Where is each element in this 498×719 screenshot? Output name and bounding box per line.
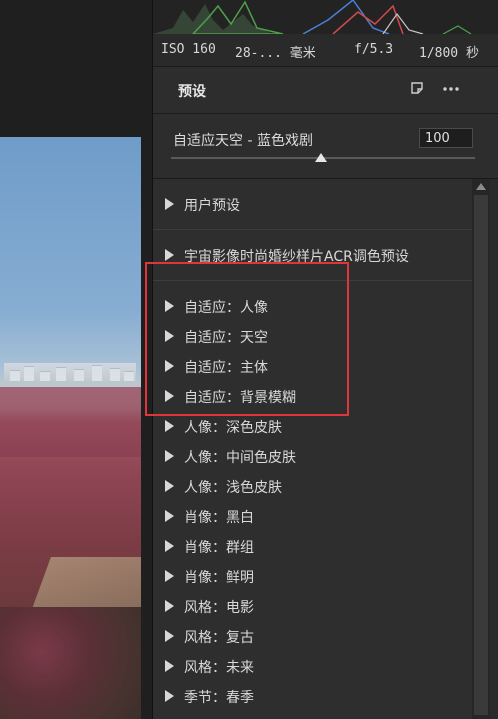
exif-shutter: 1/800 秒 [419, 46, 479, 61]
exif-aperture: f/5.3 [354, 42, 394, 57]
expand-triangle-icon [165, 390, 174, 402]
expand-triangle-icon [165, 540, 174, 552]
preset-group-label: 人像：中间色皮肤 [184, 450, 296, 466]
preset-group-portrait-group[interactable]: 肖像：群组 [153, 531, 472, 561]
preset-group-portrait-vivid[interactable]: 肖像：鲜明 [153, 561, 472, 591]
preset-group-portrait-deep-skin[interactable]: 人像：深色皮肤 [153, 411, 472, 441]
preset-group-adaptive-sky[interactable]: 自适应：天空 [153, 321, 472, 351]
preset-group-label: 季节：春季 [184, 690, 254, 706]
expand-triangle-icon [165, 570, 174, 582]
exif-iso: ISO 160 [161, 42, 216, 57]
more-options-icon[interactable] [441, 79, 461, 99]
photo-foreground [0, 607, 141, 719]
preset-group-label: 宇宙影像时尚婚纱样片ACR调色预设 [184, 249, 409, 265]
preset-amount-section: 自适应天空 - 蓝色戏剧 [153, 114, 498, 179]
photo-skyline [4, 363, 136, 381]
exif-bar: ISO 160 28-... 毫米 f/5.3 1/800 秒 [153, 34, 498, 67]
preset-group-style-cinematic[interactable]: 风格：电影 [153, 591, 472, 621]
preset-group-style-vintage[interactable]: 风格：复古 [153, 621, 472, 651]
photo-field [0, 387, 141, 457]
preset-group-adaptive-portrait[interactable]: 自适应：人像 [153, 291, 472, 321]
expand-triangle-icon [165, 510, 174, 522]
preset-group-portrait-bw[interactable]: 肖像：黑白 [153, 501, 472, 531]
preset-group-label: 风格：复古 [184, 630, 254, 646]
panel-edge [490, 179, 498, 719]
preset-group-label: 人像：浅色皮肤 [184, 480, 282, 496]
presets-title: 预设 [178, 84, 206, 100]
new-preset-icon[interactable] [408, 79, 428, 99]
scroll-up-arrow-icon[interactable] [476, 183, 486, 190]
expand-triangle-icon [165, 660, 174, 672]
expand-triangle-icon [165, 360, 174, 372]
expand-triangle-icon [165, 330, 174, 342]
preset-group-custom-acr[interactable]: 宇宙影像时尚婚纱样片ACR调色预设 [153, 230, 472, 281]
expand-triangle-icon [165, 450, 174, 462]
preset-group-label: 自适应：人像 [184, 300, 268, 316]
expand-triangle-icon [165, 600, 174, 612]
expand-triangle-icon [165, 480, 174, 492]
preset-group-label: 肖像：鲜明 [184, 570, 254, 586]
preset-group-label: 自适应：主体 [184, 360, 268, 376]
preset-group-label: 风格：未来 [184, 660, 254, 676]
preset-group-label: 自适应：天空 [184, 330, 268, 346]
expand-triangle-icon [165, 420, 174, 432]
preset-group-season-spring[interactable]: 季节：春季 [153, 681, 472, 711]
expand-triangle-icon [165, 690, 174, 702]
selected-preset-name: 自适应天空 - 蓝色戏剧 [173, 133, 313, 149]
preset-group-style-futuristic[interactable]: 风格：未来 [153, 651, 472, 681]
preset-group-label: 风格：电影 [184, 600, 254, 616]
preset-group-label: 自适应：背景模糊 [184, 390, 296, 406]
preset-amount-input[interactable] [419, 128, 473, 148]
expand-triangle-icon [165, 300, 174, 312]
preset-group-adaptive-background-blur[interactable]: 自适应：背景模糊 [153, 381, 472, 411]
preset-group-user[interactable]: 用户预设 [153, 179, 472, 230]
preset-group-label: 肖像：黑白 [184, 510, 254, 526]
preset-group-adaptive-subject[interactable]: 自适应：主体 [153, 351, 472, 381]
preset-group-portrait-light-skin[interactable]: 人像：浅色皮肤 [153, 471, 472, 501]
expand-triangle-icon [165, 249, 174, 261]
exif-focal-length: 28-... 毫米 [235, 46, 316, 61]
preset-group-label: 人像：深色皮肤 [184, 420, 282, 436]
presets-header: 预设 [153, 67, 498, 114]
scrollbar-thumb[interactable] [474, 195, 488, 715]
expand-triangle-icon [165, 198, 174, 210]
histogram [153, 0, 498, 35]
preset-list-scrollbar[interactable] [472, 179, 490, 719]
preset-amount-slider-thumb[interactable] [315, 153, 327, 162]
expand-triangle-icon [165, 630, 174, 642]
preset-group-label: 用户预设 [184, 198, 240, 214]
photo-canvas [0, 0, 152, 719]
right-panel: ISO 160 28-... 毫米 f/5.3 1/800 秒 预设 自适应天空… [152, 0, 498, 719]
preset-group-portrait-medium-skin[interactable]: 人像：中间色皮肤 [153, 441, 472, 471]
photo-preview[interactable] [0, 137, 141, 719]
preset-group-list: 用户预设 宇宙影像时尚婚纱样片ACR调色预设 自适应：人像 自适应：天空 自适应… [153, 179, 472, 719]
preset-group-label: 肖像：群组 [184, 540, 254, 556]
